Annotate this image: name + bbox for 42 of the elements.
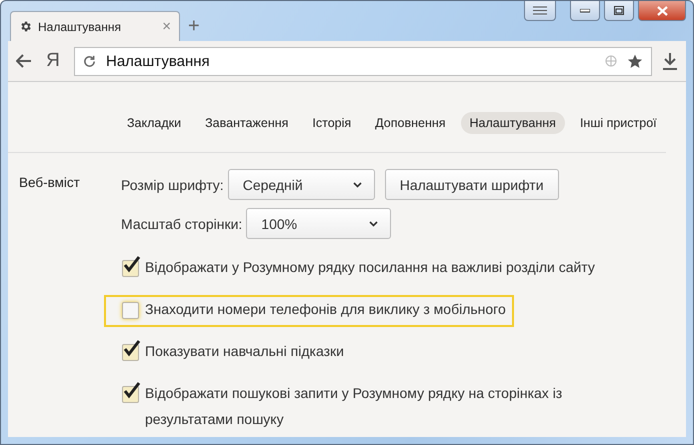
globe-icon [605, 55, 617, 67]
checkmark-icon [123, 256, 141, 274]
close-button[interactable] [638, 1, 686, 21]
menu-button[interactable] [524, 1, 556, 21]
nav-tab[interactable]: Закладки [118, 112, 190, 134]
font-size-select[interactable]: Середній [228, 169, 375, 200]
tab-title: Налаштування [38, 20, 122, 34]
browser-tab[interactable]: Налаштування × [10, 11, 180, 41]
nav-tab[interactable]: Історія [303, 112, 360, 134]
nav-tab[interactable]: Доповнення [366, 112, 455, 134]
gear-icon [19, 20, 32, 33]
menu-icon [533, 6, 547, 15]
reload-icon[interactable] [83, 54, 96, 68]
chevron-down-icon [352, 182, 362, 188]
address-bar[interactable]: Налаштування [74, 46, 652, 76]
close-icon [656, 6, 668, 16]
download-icon[interactable] [662, 52, 678, 70]
maximize-button[interactable] [604, 1, 634, 21]
maximize-icon [614, 6, 624, 15]
checkbox[interactable] [122, 302, 139, 319]
chevron-down-icon [369, 220, 378, 226]
section-title: Веб-вміст [19, 174, 81, 192]
nav-tab[interactable]: Завантаження [196, 112, 298, 134]
nav-tab[interactable]: Інші пристрої [570, 112, 666, 134]
browser-logo[interactable]: Я [42, 50, 64, 72]
minimize-button[interactable] [570, 1, 600, 21]
page-zoom-label: Масштаб сторінки: [121, 216, 242, 232]
new-tab-button[interactable]: + [180, 11, 208, 41]
checkmark-icon [123, 340, 141, 358]
star-icon[interactable] [627, 54, 643, 68]
address-text: Налаштування [106, 52, 211, 70]
back-arrow-icon[interactable] [16, 54, 32, 68]
option-label: Відображати пошукові запити у Розумному рядку на сторінках із результатами пошуку [145, 384, 564, 429]
minimize-icon [580, 8, 590, 12]
option-label: Знаходити номери телефонів для виклику з мобільного [145, 300, 506, 319]
option-label: Відображати у Розумному рядку посилання на важливі розділи сайту [145, 258, 595, 277]
option-label: Показувати навчальні підказки [145, 342, 344, 361]
customize-fonts-button[interactable]: Налаштувати шрифти [384, 169, 559, 200]
font-size-label: Розмір шрифту: [121, 176, 224, 192]
page-zoom-select[interactable]: 100% [246, 208, 392, 239]
nav-tab[interactable]: Налаштування [460, 112, 565, 134]
checkmark-icon [123, 382, 141, 400]
